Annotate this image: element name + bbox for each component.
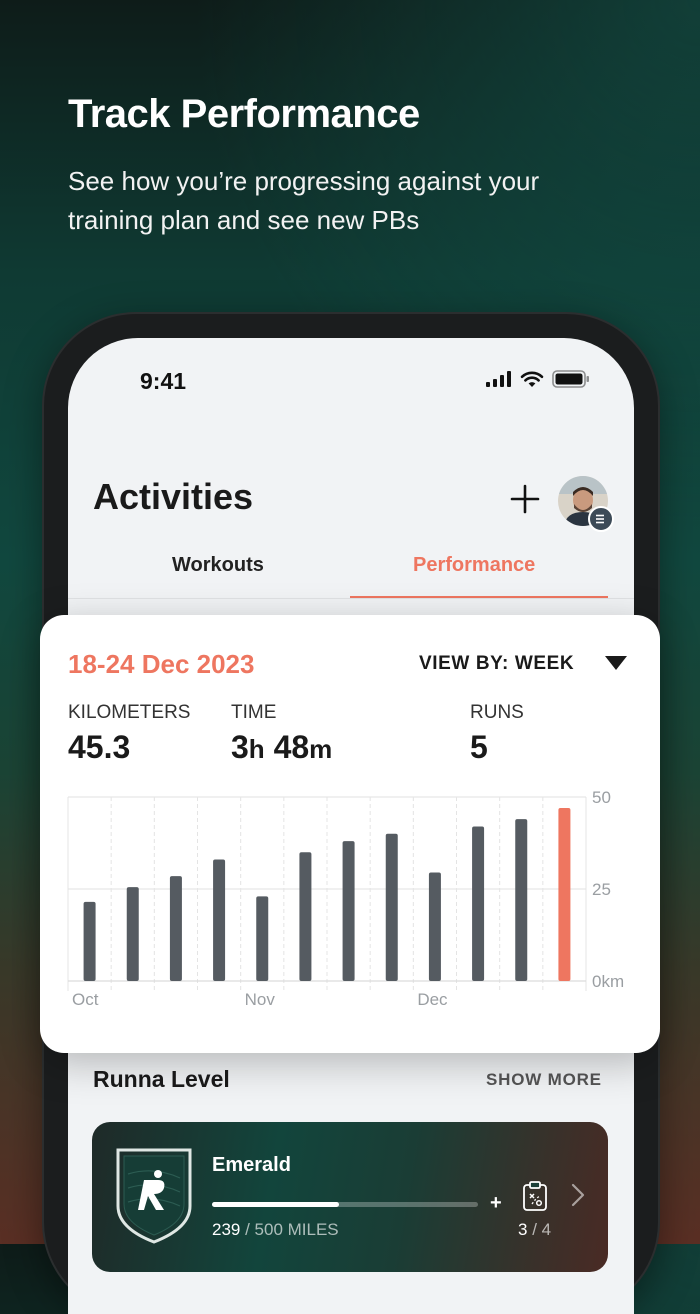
kilometers-label: KILOMETERS [68,702,191,723]
runna-level-title: Runna Level [93,1066,230,1092]
weekly-distance-chart: 50 25 0km Oct Nov Dec [67,788,624,1009]
signal-icon [486,371,511,387]
chart-bar [126,887,139,981]
menu-badge[interactable] [588,506,614,532]
time-hours-unit: h [248,734,265,764]
runs-label: RUNS [470,702,524,723]
y-tick-label: 25 [592,880,611,899]
chart-bar [515,819,528,981]
miles-current: 239 [212,1220,241,1239]
level-progress-bar [212,1202,478,1207]
chart-bar [342,841,355,981]
performance-card: 18-24 Dec 2023 VIEW BY: WEEK KILOMETERS … [40,615,660,1053]
workouts-total: / 4 [527,1220,552,1239]
x-tick-label: Oct [72,990,99,1009]
tab-performance[interactable]: Performance [413,554,535,577]
level-name: Emerald [212,1154,291,1176]
chart-bar [385,833,398,981]
kilometers-value: 45.3 [68,729,131,765]
view-by-dropdown[interactable]: VIEW BY: WEEK [419,653,574,675]
tab-divider [68,598,634,599]
chart-bar [256,896,269,981]
runs-value: 5 [470,729,488,765]
chart-bar [299,852,312,981]
triangle-down-icon[interactable] [605,656,627,670]
battery-icon [552,370,589,388]
tab-workouts[interactable]: Workouts [172,554,264,577]
chart-bar [83,901,96,981]
status-icons [486,370,590,388]
menu-icon [596,514,604,524]
x-tick-label: Nov [245,990,276,1009]
y-tick-label: 50 [592,788,611,807]
level-miles: 239 / 500 MILES [212,1220,339,1240]
emerald-shield-icon [116,1148,192,1244]
time-value: 3h 48m [231,729,332,766]
page-title: Activities [93,476,254,517]
x-tick-label: Dec [417,990,448,1009]
chart-bar [428,872,441,981]
status-time: 9:41 [140,368,187,394]
chevron-right-icon[interactable] [570,1182,586,1208]
miles-total: / 500 MILES [240,1220,339,1239]
hero-subtitle: See how you’re progressing against your … [68,166,540,235]
runna-level-card[interactable]: Emerald 239 / 500 MILES + 3 / 4 [92,1122,608,1272]
clipboard-icon [523,1181,547,1211]
workouts-count: 3 / 4 [518,1220,551,1240]
time-minutes: 48 [273,729,310,765]
chart-bar [169,876,182,981]
hero-title: Track Performance [68,92,420,136]
wifi-icon [520,371,544,387]
card-plus-icon: + [490,1192,502,1214]
chart-bar [213,859,226,981]
chart-bar [472,826,485,981]
time-hours: 3 [231,729,249,765]
time-minutes-unit: m [309,734,333,764]
chart-bar [558,808,571,981]
y-tick-label: 0km [592,972,624,991]
show-more-link[interactable]: SHOW MORE [486,1070,602,1090]
time-label: TIME [231,702,277,723]
date-range: 18-24 Dec 2023 [68,649,255,679]
level-progress-fill [212,1202,340,1207]
plus-icon[interactable] [508,482,542,516]
